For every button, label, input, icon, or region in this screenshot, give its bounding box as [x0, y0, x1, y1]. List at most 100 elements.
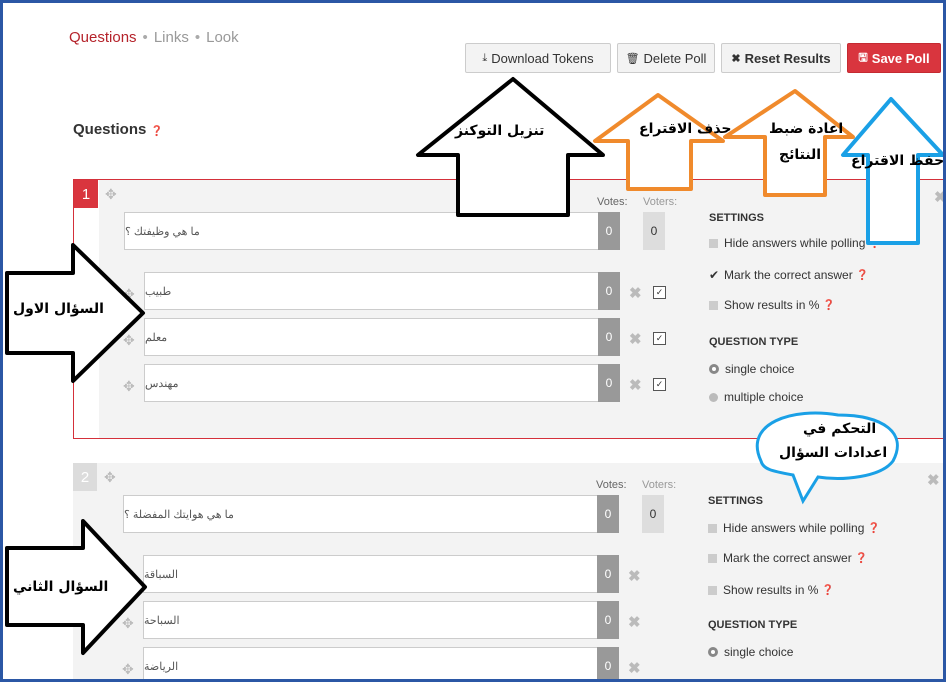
remove-answer-icon[interactable]: ✖ [629, 284, 642, 302]
question-circle-icon[interactable]: ❓ [151, 126, 163, 137]
download-label: Download Tokens [491, 50, 594, 66]
delete-label: Delete Poll [643, 50, 707, 66]
close-icon[interactable]: ✖ [934, 188, 943, 206]
mark-correct-option[interactable]: ✔ Mark the correct answer ❓ [709, 268, 869, 282]
option-label: Mark the correct answer [724, 268, 853, 282]
show-percent-option[interactable]: Show results in % ❓ [709, 298, 835, 312]
answer-count: 0 [598, 272, 620, 310]
option-label: Hide answers while polling [724, 236, 866, 250]
q1-annotation: السؤال الاول [13, 301, 104, 317]
question-text-input[interactable]: ما هي وظيفتك ؟ [124, 212, 602, 250]
move-icon[interactable]: ✥ [104, 469, 116, 486]
answer-text: مهندس [145, 377, 179, 390]
move-icon[interactable]: ✥ [122, 661, 134, 678]
delete-annotation: حذف الاقتراع [639, 121, 732, 137]
answer-input[interactable]: السباحة [143, 601, 601, 639]
move-icon[interactable]: ✥ [122, 569, 134, 586]
delete-poll-button[interactable]: 🗑 Delete Poll [617, 43, 715, 73]
question-circle-icon[interactable]: ❓ [856, 270, 868, 281]
question-number: 2 [73, 463, 97, 491]
remove-answer-icon[interactable]: ✖ [628, 613, 641, 631]
save-poll-button[interactable]: 🖫 Save Poll [847, 43, 941, 73]
checkbox-icon [708, 523, 717, 533]
move-icon[interactable]: ✥ [123, 378, 135, 395]
delete-annotation-arrow [593, 93, 725, 191]
download-annotation: تنزيل التوكنز [455, 123, 545, 139]
answer-count: 0 [597, 601, 619, 639]
option-label: Show results in % [724, 298, 820, 312]
voters-count: 0 [643, 212, 665, 250]
checkbox-icon [709, 238, 718, 248]
trash-icon: 🗑 [625, 52, 640, 65]
remove-answer-icon[interactable]: ✖ [629, 330, 642, 348]
single-choice-radio[interactable]: single choice [708, 645, 793, 659]
question-type-heading: QUESTION TYPE [709, 336, 799, 348]
voters-count: 0 [642, 495, 664, 533]
crumb-links[interactable]: Links [154, 29, 189, 46]
breadcrumb: Questions • Links • Look [69, 29, 239, 46]
answer-count: 0 [597, 647, 619, 679]
crumb-questions[interactable]: Questions [69, 29, 137, 46]
download-tokens-button[interactable]: ⤓ Download Tokens [465, 43, 611, 73]
move-icon[interactable]: ✥ [122, 615, 134, 632]
move-icon[interactable]: ✥ [123, 332, 135, 349]
crumb-look[interactable]: Look [206, 29, 239, 46]
answer-input[interactable]: السباقة [143, 555, 601, 593]
question-text-input[interactable]: ما هي هوايتك المفضلة ؟ [123, 495, 601, 533]
show-percent-option[interactable]: Show results in % ❓ [708, 583, 834, 597]
page-title: Questions ❓ [73, 121, 163, 138]
answer-input[interactable]: معلم [144, 318, 602, 356]
reset-annotation-line1: اعادة ضبط [769, 121, 844, 137]
hide-answers-option[interactable]: Hide answers while polling ❓ [708, 521, 880, 535]
remove-answer-icon[interactable]: ✖ [629, 376, 642, 394]
answer-text: السباقة [144, 568, 179, 581]
question-circle-icon[interactable]: ❓ [869, 238, 881, 249]
voters-label: Voters: [643, 196, 678, 208]
question-card: 2 ✥ Votes: Voters: ✖ ما هي هوايتك المفضل… [73, 463, 943, 679]
remove-answer-icon[interactable]: ✖ [628, 567, 641, 585]
reset-label: Reset Results [744, 50, 831, 66]
option-label: single choice [725, 362, 795, 376]
multiple-choice-radio[interactable]: multiple choice [709, 390, 803, 404]
checkmark-icon: ✔ [709, 268, 720, 282]
votes-label: Votes: [597, 196, 628, 208]
question-circle-icon[interactable]: ❓ [822, 585, 834, 596]
votes-label: Votes: [596, 479, 627, 491]
single-choice-radio[interactable]: single choice [709, 362, 794, 376]
mark-correct-option[interactable]: Mark the correct answer ❓ [708, 551, 868, 565]
answer-input[interactable]: مهندس [144, 364, 602, 402]
page-title-text: Questions [73, 121, 147, 138]
answer-count: 0 [598, 364, 620, 402]
votes-count: 0 [597, 495, 619, 533]
remove-answer-icon[interactable]: ✖ [628, 659, 641, 677]
question-body: ✥ Votes: Voters: ✖ ما هي وظيفتك ؟ 0 0 ✥ … [99, 180, 943, 438]
question-circle-icon[interactable]: ❓ [855, 553, 867, 564]
question-circle-icon[interactable]: ❓ [823, 300, 835, 311]
save-annotation: حفظ الاقتراع [851, 153, 945, 169]
save-label: Save Poll [871, 50, 930, 66]
correct-answer-checkbox[interactable]: ✓ [653, 378, 666, 391]
times-icon: ✖ [731, 52, 741, 65]
checkbox-icon [708, 585, 717, 595]
question-text: ما هي هوايتك المفضلة ؟ [124, 508, 234, 521]
move-icon[interactable]: ✥ [123, 286, 135, 303]
reset-results-button[interactable]: ✖ Reset Results [721, 43, 841, 73]
option-label: multiple choice [724, 390, 804, 404]
question-circle-icon[interactable]: ❓ [868, 523, 880, 534]
correct-answer-checkbox[interactable]: ✓ [653, 286, 666, 299]
votes-count: 0 [598, 212, 620, 250]
answer-input[interactable]: طبيب [144, 272, 602, 310]
floppy-icon: 🖫 [858, 51, 868, 64]
radio-icon [709, 392, 718, 402]
answer-input[interactable]: الرياضة [143, 647, 601, 679]
radio-icon [708, 647, 718, 657]
hide-answers-option[interactable]: Hide answers while polling ❓ [709, 236, 881, 250]
close-icon[interactable]: ✖ [927, 471, 940, 489]
answer-text: معلم [145, 331, 168, 344]
answer-text: الرياضة [144, 660, 179, 673]
move-icon[interactable]: ✥ [105, 186, 117, 203]
answer-text: طبيب [145, 285, 172, 298]
correct-answer-checkbox[interactable]: ✓ [653, 332, 666, 345]
option-label: Hide answers while polling [723, 521, 865, 535]
question-number: 1 [74, 180, 98, 208]
